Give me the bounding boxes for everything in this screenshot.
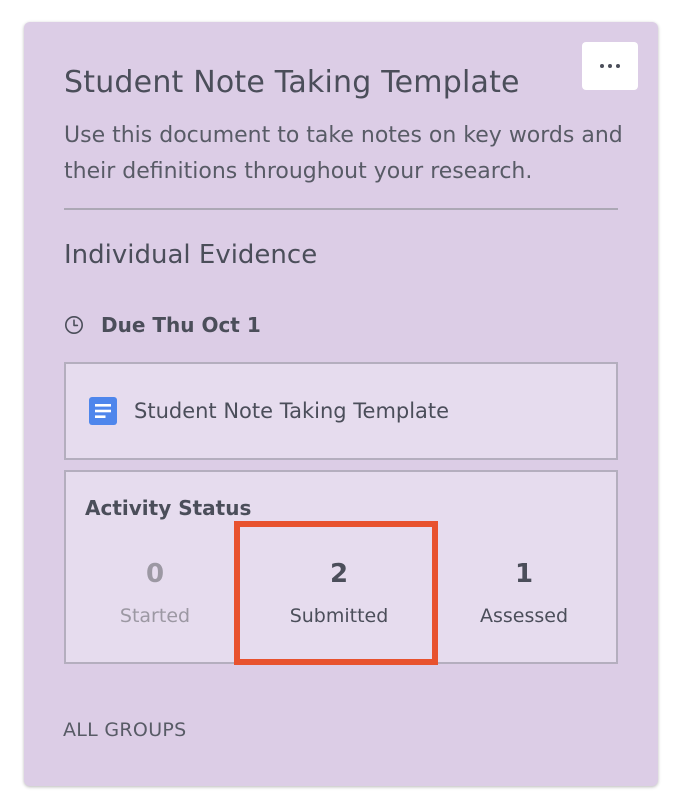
attached-document[interactable]: Student Note Taking Template xyxy=(64,362,618,460)
stat-started[interactable]: 0 Started xyxy=(80,556,230,628)
google-docs-icon xyxy=(89,397,117,425)
stat-count: 0 xyxy=(145,559,165,589)
divider xyxy=(64,208,618,210)
clock-icon xyxy=(65,316,83,334)
activity-status-panel: Activity Status 0 Started 2 Submitted 1 … xyxy=(64,470,618,664)
section-heading: Individual Evidence xyxy=(64,240,318,270)
due-date: Due Thu Oct 1 xyxy=(101,313,261,337)
stat-assessed[interactable]: 1 Assessed xyxy=(449,556,599,628)
stat-count: 2 xyxy=(329,559,349,589)
document-label: Student Note Taking Template xyxy=(134,399,450,423)
more-horizontal-icon xyxy=(600,64,620,68)
card-title: Student Note Taking Template xyxy=(64,65,520,100)
card-description: Use this document to take notes on key w… xyxy=(64,123,623,184)
stat-label: Started xyxy=(119,605,191,627)
all-groups-link[interactable]: ALL GROUPS xyxy=(63,719,187,741)
more-options-button[interactable] xyxy=(582,42,638,90)
stat-count: 1 xyxy=(514,559,534,589)
stat-submitted[interactable]: 2 Submitted xyxy=(264,556,414,628)
activity-status-heading: Activity Status xyxy=(85,496,252,520)
stat-label: Submitted xyxy=(289,605,389,627)
stat-label: Assessed xyxy=(479,605,569,627)
due-date-row: Due Thu Oct 1 xyxy=(64,312,261,338)
activity-card: Student Note Taking Template Use this do… xyxy=(24,22,658,786)
